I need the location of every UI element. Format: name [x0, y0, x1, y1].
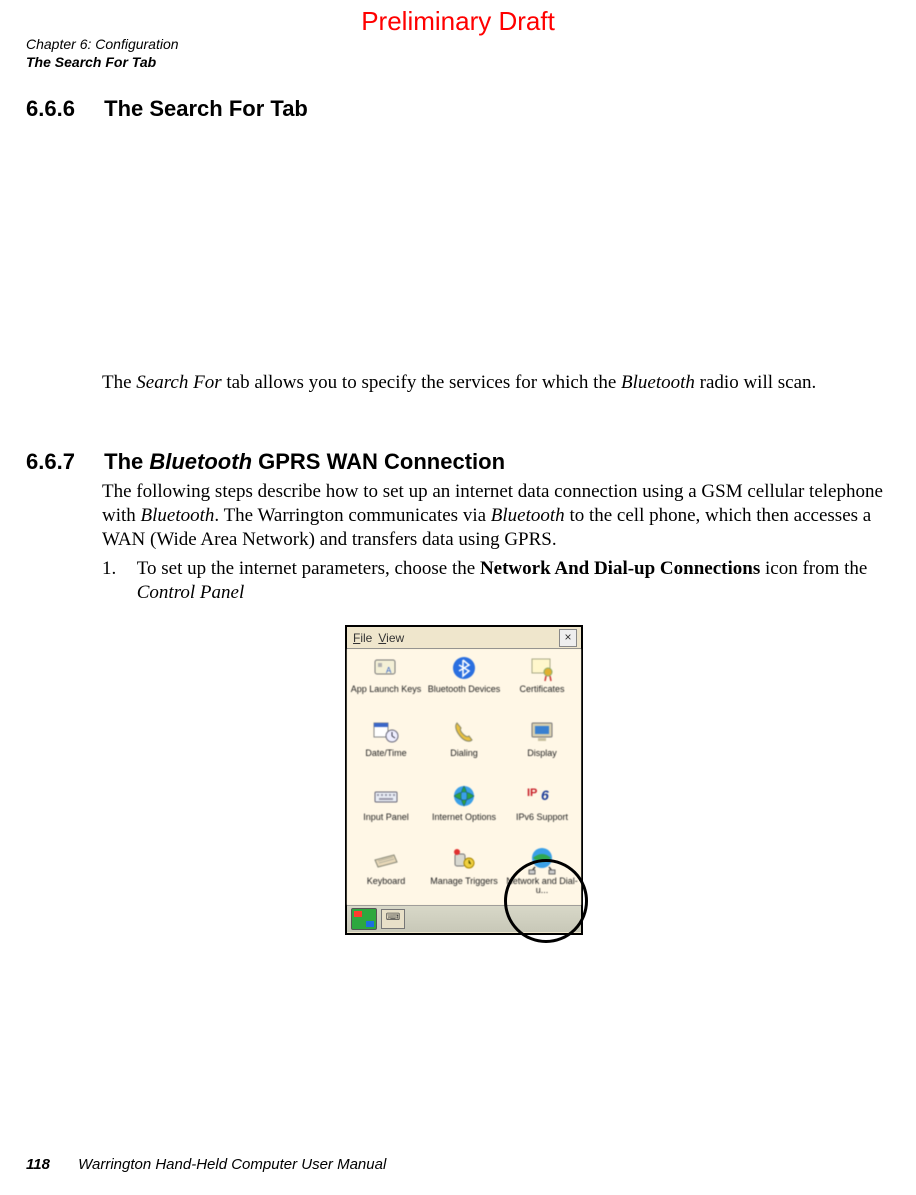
page-footer: 118 Warrington Hand-Held Computer User M… — [26, 1156, 386, 1173]
cp-item-app-launch-keys[interactable]: A App Launch Keys — [347, 651, 425, 715]
monitor-icon — [527, 717, 557, 747]
cp-item-bluetooth-devices[interactable]: Bluetooth Devices — [425, 651, 503, 715]
keyboard-icon — [371, 781, 401, 811]
svg-text:IP: IP — [527, 787, 537, 799]
footer-title: Warrington Hand-Held Computer User Manua… — [78, 1156, 386, 1173]
running-header-chapter: Chapter 6: Configuration — [26, 36, 179, 54]
page: Preliminary Draft Chapter 6: Configurati… — [0, 0, 916, 1195]
heading-number: 6.6.7 — [26, 449, 98, 475]
page-number: 118 — [26, 1156, 50, 1173]
heading-title: The Bluetooth GPRS WAN Connection — [104, 449, 505, 474]
keyboard-icon — [371, 845, 401, 875]
cp-item-label: Network and Dial-u... — [503, 877, 581, 896]
close-button[interactable]: × — [559, 629, 577, 647]
watermark-text: Preliminary Draft — [0, 6, 916, 37]
network-globe-icon — [527, 845, 557, 875]
heading-title: The Search For Tab — [104, 96, 308, 121]
svg-text:6: 6 — [541, 787, 549, 803]
start-button[interactable] — [351, 908, 377, 930]
cp-item-manage-triggers[interactable]: Manage Triggers — [425, 843, 503, 907]
cp-item-ipv6-support[interactable]: IP 6 IPv6 Support — [503, 779, 581, 843]
heading-number: 6.6.6 — [26, 96, 98, 122]
cp-item-input-panel[interactable]: Input Panel — [347, 779, 425, 843]
menu-view[interactable]: View — [378, 631, 404, 645]
step-text: To set up the internet parameters, choos… — [137, 557, 887, 605]
paragraph-search-for: The Search For tab allows you to specify… — [102, 371, 890, 395]
control-panel-grid: A App Launch Keys Bluetooth Devices Cert… — [347, 649, 581, 905]
menu-file[interactable]: File — [353, 631, 372, 645]
menubar: File View × — [347, 627, 581, 649]
cp-item-keyboard[interactable]: Keyboard — [347, 843, 425, 907]
cp-item-network-dialup[interactable]: Network and Dial-u... — [503, 843, 581, 907]
cp-item-label: Display — [527, 749, 557, 758]
cp-item-date-time[interactable]: Date/Time — [347, 715, 425, 779]
calendar-clock-icon — [371, 717, 401, 747]
cp-item-label: Manage Triggers — [430, 877, 498, 886]
cp-item-label: Internet Options — [432, 813, 496, 822]
cp-item-display[interactable]: Display — [503, 715, 581, 779]
taskbar: ⌨ — [347, 905, 581, 932]
step-number: 1. — [102, 557, 132, 581]
paragraph-bt-gprs: The following steps describe how to set … — [102, 480, 890, 551]
taskbar-sip-button[interactable]: ⌨ — [381, 909, 405, 929]
cp-item-certificates[interactable]: Certificates — [503, 651, 581, 715]
certificate-icon — [527, 653, 557, 683]
cp-item-label: Certificates — [519, 685, 564, 694]
ordered-step-1: 1. To set up the internet parameters, ch… — [102, 557, 890, 605]
phone-icon — [449, 717, 479, 747]
cp-item-label: IPv6 Support — [516, 813, 568, 822]
control-panel-window: File View × A App Launch Keys Bluetooth … — [345, 625, 583, 935]
cp-item-label: App Launch Keys — [351, 685, 422, 694]
bluetooth-icon — [449, 653, 479, 683]
heading-6-6-7: 6.6.7 The Bluetooth GPRS WAN Connection — [26, 449, 505, 475]
cp-item-label: Dialing — [450, 749, 478, 758]
cp-item-internet-options[interactable]: Internet Options — [425, 779, 503, 843]
cp-item-label: Date/Time — [365, 749, 406, 758]
running-header-section: The Search For Tab — [26, 54, 179, 72]
running-header: Chapter 6: Configuration The Search For … — [26, 36, 179, 71]
globe-icon — [449, 781, 479, 811]
cp-item-label: Keyboard — [367, 877, 406, 886]
cp-item-label: Bluetooth Devices — [428, 685, 501, 694]
trigger-icon — [449, 845, 479, 875]
cp-item-dialing[interactable]: Dialing — [425, 715, 503, 779]
cp-item-label: Input Panel — [363, 813, 409, 822]
keyboard-key-icon: A — [371, 653, 401, 683]
heading-6-6-6: 6.6.6 The Search For Tab — [26, 96, 308, 122]
svg-text:A: A — [386, 666, 392, 675]
ipv6-icon: IP 6 — [527, 781, 557, 811]
